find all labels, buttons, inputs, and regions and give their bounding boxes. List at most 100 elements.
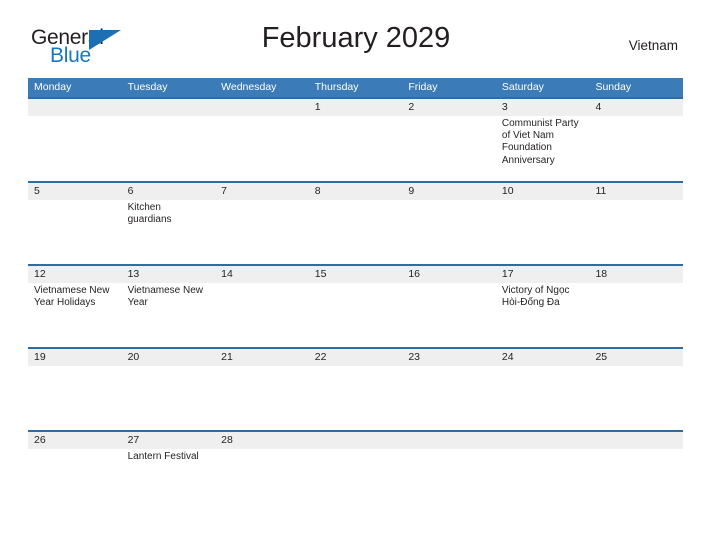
- week-events-band: Vietnamese New Year Holidays Vietnamese …: [28, 283, 683, 347]
- week-daynumber-band: 19 20 21 22 23 24 25: [28, 349, 683, 366]
- day-events-cell[interactable]: [122, 116, 216, 181]
- day-number[interactable]: 5: [28, 183, 122, 200]
- calendar-week-row: 12 13 14 15 16 17 18 Vietnamese New Year…: [28, 264, 683, 347]
- day-number[interactable]: 17: [496, 266, 590, 283]
- day-events-cell[interactable]: Lantern Festival: [122, 449, 216, 513]
- day-events-cell[interactable]: [215, 366, 309, 430]
- day-events-cell[interactable]: Kitchen guardians: [122, 200, 216, 264]
- week-events-band: Kitchen guardians: [28, 200, 683, 264]
- day-events-cell[interactable]: [28, 116, 122, 181]
- day-number[interactable]: 27: [122, 432, 216, 449]
- day-events-cell[interactable]: [496, 366, 590, 430]
- day-events-cell[interactable]: [589, 366, 683, 430]
- day-events-cell[interactable]: [589, 283, 683, 347]
- day-number[interactable]: 26: [28, 432, 122, 449]
- page-title: February 2029: [261, 22, 451, 54]
- weekday-header-thursday: Thursday: [314, 81, 359, 93]
- day-events-cell[interactable]: [215, 200, 309, 264]
- event-label: Kitchen guardians: [127, 202, 172, 226]
- weekday-header-friday: Friday: [408, 81, 438, 93]
- day-number[interactable]: 3: [496, 99, 590, 116]
- day-number[interactable]: 12: [28, 266, 122, 283]
- week-events-band: Lantern Festival: [28, 449, 683, 513]
- day-number[interactable]: 4: [589, 99, 683, 116]
- day-number[interactable]: 7: [215, 183, 309, 200]
- day-number[interactable]: 13: [122, 266, 216, 283]
- day-number[interactable]: 14: [215, 266, 309, 283]
- day-number[interactable]: 10: [496, 183, 590, 200]
- weekday-header-saturday: Saturday: [501, 81, 544, 93]
- day-events-cell[interactable]: Communist Party of Viet Nam Foundation A…: [496, 116, 590, 181]
- day-number[interactable]: [215, 99, 309, 116]
- calendar-week-row: 19 20 21 22 23 24 25: [28, 347, 683, 430]
- calendar-week-row: 5 6 7 8 9 10 11 Kitchen guardians: [28, 181, 683, 264]
- weekday-header-sunday: Sunday: [595, 81, 632, 93]
- day-events-cell[interactable]: [402, 449, 496, 513]
- country-label: Vietnam: [628, 38, 678, 53]
- day-number[interactable]: [589, 432, 683, 449]
- day-events-cell[interactable]: [402, 116, 496, 181]
- day-number[interactable]: [28, 99, 122, 116]
- day-events-cell[interactable]: [309, 366, 403, 430]
- day-number[interactable]: [496, 432, 590, 449]
- day-number[interactable]: 23: [402, 349, 496, 366]
- week-daynumber-band: 12 13 14 15 16 17 18: [28, 266, 683, 283]
- event-label: Lantern Festival: [127, 451, 199, 462]
- week-daynumber-band: 1 2 3 4: [28, 99, 683, 116]
- day-events-cell[interactable]: [589, 449, 683, 513]
- day-number[interactable]: 16: [402, 266, 496, 283]
- event-label: Vietnamese New Year Holidays: [34, 285, 110, 309]
- day-number[interactable]: 28: [215, 432, 309, 449]
- day-events-cell[interactable]: [28, 200, 122, 264]
- event-label: Victory of Ngọc Hòi-Đống Đa: [501, 285, 570, 309]
- day-number[interactable]: [402, 432, 496, 449]
- day-events-cell[interactable]: Vietnamese New Year Holidays: [28, 283, 122, 347]
- day-number[interactable]: 20: [122, 349, 216, 366]
- week-daynumber-band: 5 6 7 8 9 10 11: [28, 183, 683, 200]
- calendar-page: General Blue February 2029 Vietnam Monda…: [0, 0, 712, 550]
- day-events-cell[interactable]: [496, 449, 590, 513]
- day-number[interactable]: 22: [309, 349, 403, 366]
- day-events-cell[interactable]: [589, 200, 683, 264]
- day-events-cell[interactable]: [402, 200, 496, 264]
- day-number[interactable]: 18: [589, 266, 683, 283]
- day-number[interactable]: 19: [28, 349, 122, 366]
- day-events-cell[interactable]: [28, 366, 122, 430]
- day-events-cell[interactable]: Victory of Ngọc Hòi-Đống Đa: [496, 283, 590, 347]
- day-events-cell[interactable]: [215, 116, 309, 181]
- weekday-header-wednesday: Wednesday: [221, 81, 277, 93]
- day-number[interactable]: 9: [402, 183, 496, 200]
- day-events-cell[interactable]: [215, 283, 309, 347]
- day-number[interactable]: 2: [402, 99, 496, 116]
- day-events-cell[interactable]: [215, 449, 309, 513]
- day-events-cell[interactable]: [496, 200, 590, 264]
- day-number[interactable]: 15: [309, 266, 403, 283]
- week-events-band: [28, 366, 683, 430]
- day-events-cell[interactable]: [309, 449, 403, 513]
- day-events-cell[interactable]: [122, 366, 216, 430]
- day-events-cell[interactable]: [309, 200, 403, 264]
- day-number[interactable]: 25: [589, 349, 683, 366]
- calendar-week-row: 1 2 3 4 Communist Party of Viet Nam Foun…: [28, 97, 683, 181]
- week-daynumber-band: 26 27 28: [28, 432, 683, 449]
- weekday-header-tuesday: Tuesday: [127, 81, 168, 93]
- day-number[interactable]: 1: [309, 99, 403, 116]
- day-events-cell[interactable]: [309, 283, 403, 347]
- day-events-cell[interactable]: Vietnamese New Year: [122, 283, 216, 347]
- weekday-header-monday: Monday: [34, 81, 72, 93]
- day-events-cell[interactable]: [402, 283, 496, 347]
- calendar-week-row: 26 27 28 Lantern Festival: [28, 430, 683, 513]
- day-number[interactable]: 24: [496, 349, 590, 366]
- day-number[interactable]: 8: [309, 183, 403, 200]
- day-events-cell[interactable]: [309, 116, 403, 181]
- day-events-cell[interactable]: [589, 116, 683, 181]
- day-number[interactable]: 6: [122, 183, 216, 200]
- day-number[interactable]: 21: [215, 349, 309, 366]
- page-header: General Blue February 2029 Vietnam: [28, 0, 684, 66]
- day-events-cell[interactable]: [28, 449, 122, 513]
- day-number[interactable]: [122, 99, 216, 116]
- day-number[interactable]: [309, 432, 403, 449]
- event-label: Communist Party of Viet Nam Foundation A…: [501, 118, 579, 166]
- day-number[interactable]: 11: [589, 183, 683, 200]
- day-events-cell[interactable]: [402, 366, 496, 430]
